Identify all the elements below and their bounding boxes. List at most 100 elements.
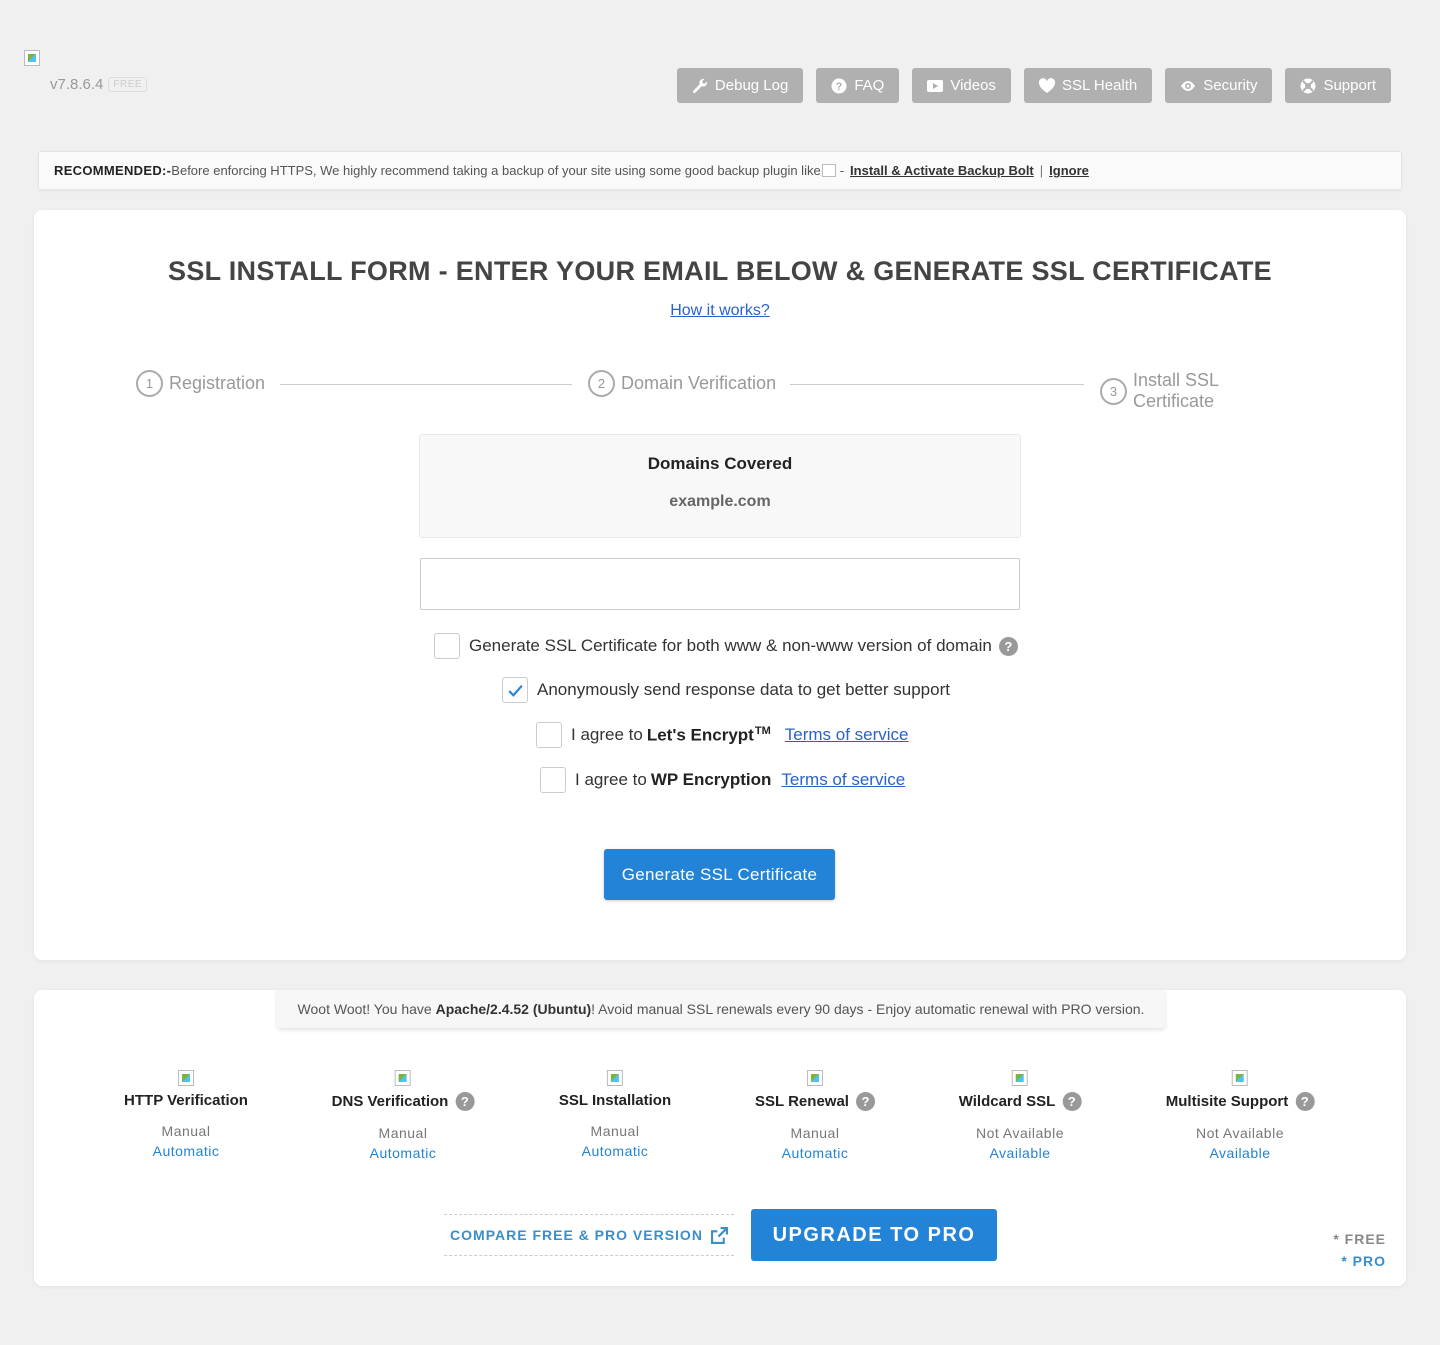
external-link-icon <box>710 1226 728 1244</box>
feature-free-value: Not Available <box>1196 1125 1284 1141</box>
ignore-link[interactable]: Ignore <box>1049 163 1089 178</box>
feature-free-value: Manual <box>790 1125 840 1141</box>
option-anonymous-data: Anonymously send response data to get be… <box>502 677 950 703</box>
wpencryption-name: WP Encryption <box>650 770 772 789</box>
debug-log-label: Debug Log <box>714 77 789 94</box>
faq-label: FAQ <box>854 77 885 94</box>
feature-free-value: Manual <box>378 1125 428 1141</box>
feature-http-verification: HTTP Verification Manual Automatic <box>124 1070 248 1159</box>
step-domain-verification: 2 Domain Verification <box>588 370 776 397</box>
lifebuoy-icon <box>1300 78 1316 93</box>
feature-dns-verification: DNS Verification? Manual Automatic <box>332 1070 475 1161</box>
checkmark-icon <box>507 684 523 697</box>
option-www-nonwww: Generate SSL Certificate for both www & … <box>434 633 1018 659</box>
letsencrypt-tos-checkbox[interactable] <box>536 722 562 748</box>
help-icon[interactable]: ? <box>855 1092 875 1111</box>
progress-steps: 1 Registration 2 Domain Verification 3 I… <box>136 370 1304 411</box>
feature-free-value: Not Available <box>976 1125 1064 1141</box>
feature-ssl-installation: SSL Installation Manual Automatic <box>559 1070 671 1159</box>
help-icon[interactable]: ? <box>998 636 1018 656</box>
legend-free: * FREE <box>1333 1231 1386 1247</box>
wpencryption-tos-link[interactable]: Terms of service <box>781 770 905 790</box>
feature-image <box>1012 1070 1028 1086</box>
videos-label: Videos <box>950 77 996 94</box>
svg-text:?: ? <box>836 81 843 93</box>
version-info: v7.8.6.4 FREE <box>50 76 148 93</box>
feature-name: Wildcard SSL? <box>959 1092 1082 1111</box>
link-separator: | <box>1039 163 1044 178</box>
plugin-logo <box>24 50 40 66</box>
help-icon[interactable]: ? <box>1062 1092 1082 1111</box>
letsencrypt-name: Let's EncryptTM <box>646 724 771 745</box>
feature-name: HTTP Verification <box>124 1092 248 1109</box>
top-nav: Debug Log ? FAQ Videos SSL Health Securi… <box>676 68 1391 103</box>
eye-icon <box>1181 80 1196 91</box>
version-number: v7.8.6.4 <box>50 76 104 93</box>
feature-wildcard-ssl: Wildcard SSL? Not Available Available <box>959 1070 1082 1161</box>
domain-value: example.com <box>669 493 771 510</box>
install-backup-bolt-link[interactable]: Install & Activate Backup Bolt <box>850 163 1034 178</box>
feature-pro-value: Automatic <box>369 1145 437 1161</box>
feature-image <box>1232 1070 1248 1086</box>
letsencrypt-tos-link[interactable]: Terms of service <box>785 725 909 745</box>
ssl-install-form-card: SSL INSTALL FORM - ENTER YOUR EMAIL BELO… <box>34 210 1406 960</box>
help-icon[interactable]: ? <box>1295 1092 1315 1111</box>
ssl-health-button[interactable]: SSL Health <box>1023 68 1153 103</box>
recommend-label: RECOMMENDED:- <box>54 163 172 178</box>
woot-notice: Woot Woot! You have Apache/2.4.52 (Ubunt… <box>277 990 1165 1028</box>
play-icon <box>927 79 944 92</box>
option-letsencrypt-tos: I agree to Let's EncryptTM Terms of serv… <box>536 722 908 748</box>
generate-ssl-button[interactable]: Generate SSL Certificate <box>604 849 835 900</box>
feature-ssl-renewal: SSL Renewal? Manual Automatic <box>755 1070 875 1161</box>
ssl-health-label: SSL Health <box>1061 77 1138 94</box>
step-number: 2 <box>588 370 615 397</box>
email-input[interactable] <box>420 558 1020 610</box>
support-label: Support <box>1323 77 1376 94</box>
legend: * FREE * PRO <box>1333 1228 1386 1272</box>
step-number: 3 <box>1100 377 1127 405</box>
upgrade-to-pro-button[interactable]: UPGRADE TO PRO <box>751 1209 997 1261</box>
server-name: Apache/2.4.52 (Ubuntu) <box>435 1001 592 1017</box>
help-icon[interactable]: ? <box>455 1092 475 1111</box>
step-connector <box>280 384 572 385</box>
feature-pro-value: Automatic <box>581 1143 649 1159</box>
step-label: Install SSL Certificate <box>1132 370 1219 411</box>
debug-log-button[interactable]: Debug Log <box>676 68 804 103</box>
www-checkbox[interactable] <box>434 633 460 659</box>
feature-pro-value: Automatic <box>152 1143 220 1159</box>
feature-image <box>807 1070 823 1086</box>
feature-pro-value: Available <box>1209 1145 1271 1161</box>
feature-image <box>394 1070 411 1086</box>
step-label: Registration <box>169 373 266 393</box>
step-install-ssl: 3 Install SSL Certificate <box>1100 370 1304 412</box>
videos-button[interactable]: Videos <box>912 68 1011 103</box>
how-it-works-link[interactable]: How it works? <box>670 302 770 319</box>
free-badge: FREE <box>108 77 148 92</box>
question-icon: ? <box>831 78 847 93</box>
support-button[interactable]: Support <box>1285 68 1391 103</box>
security-label: Security <box>1203 77 1258 94</box>
step-registration: 1 Registration <box>136 370 265 397</box>
faq-button[interactable]: ? FAQ <box>816 68 900 103</box>
heart-icon <box>1038 77 1055 93</box>
feature-name: SSL Installation <box>558 1092 672 1109</box>
recommend-text: Before enforcing HTTPS, We highly recomm… <box>171 163 821 178</box>
www-label: Generate SSL Certificate for both www & … <box>469 636 992 655</box>
agree-prefix: I agree to <box>571 725 643 744</box>
feature-pro-value: Available <box>989 1145 1051 1161</box>
form-title: SSL INSTALL FORM - ENTER YOUR EMAIL BELO… <box>168 256 1272 286</box>
step-number: 1 <box>136 370 163 397</box>
compare-versions-link[interactable]: COMPARE FREE & PRO VERSION <box>444 1214 734 1256</box>
legend-pro: * PRO <box>1341 1253 1386 1269</box>
agree-prefix: I agree to <box>575 770 647 789</box>
feature-image <box>607 1070 623 1086</box>
anonymous-data-checkbox[interactable] <box>502 677 528 703</box>
feature-name: Multisite Support? <box>1166 1092 1315 1111</box>
option-wpencryption-tos: I agree to WP Encryption Terms of servic… <box>540 767 905 793</box>
feature-free-value: Manual <box>590 1123 640 1139</box>
security-button[interactable]: Security <box>1165 68 1273 103</box>
feature-name: DNS Verification? <box>332 1092 475 1111</box>
feature-free-value: Manual <box>161 1123 211 1139</box>
wpencryption-tos-checkbox[interactable] <box>540 767 566 793</box>
feature-image <box>177 1070 194 1086</box>
